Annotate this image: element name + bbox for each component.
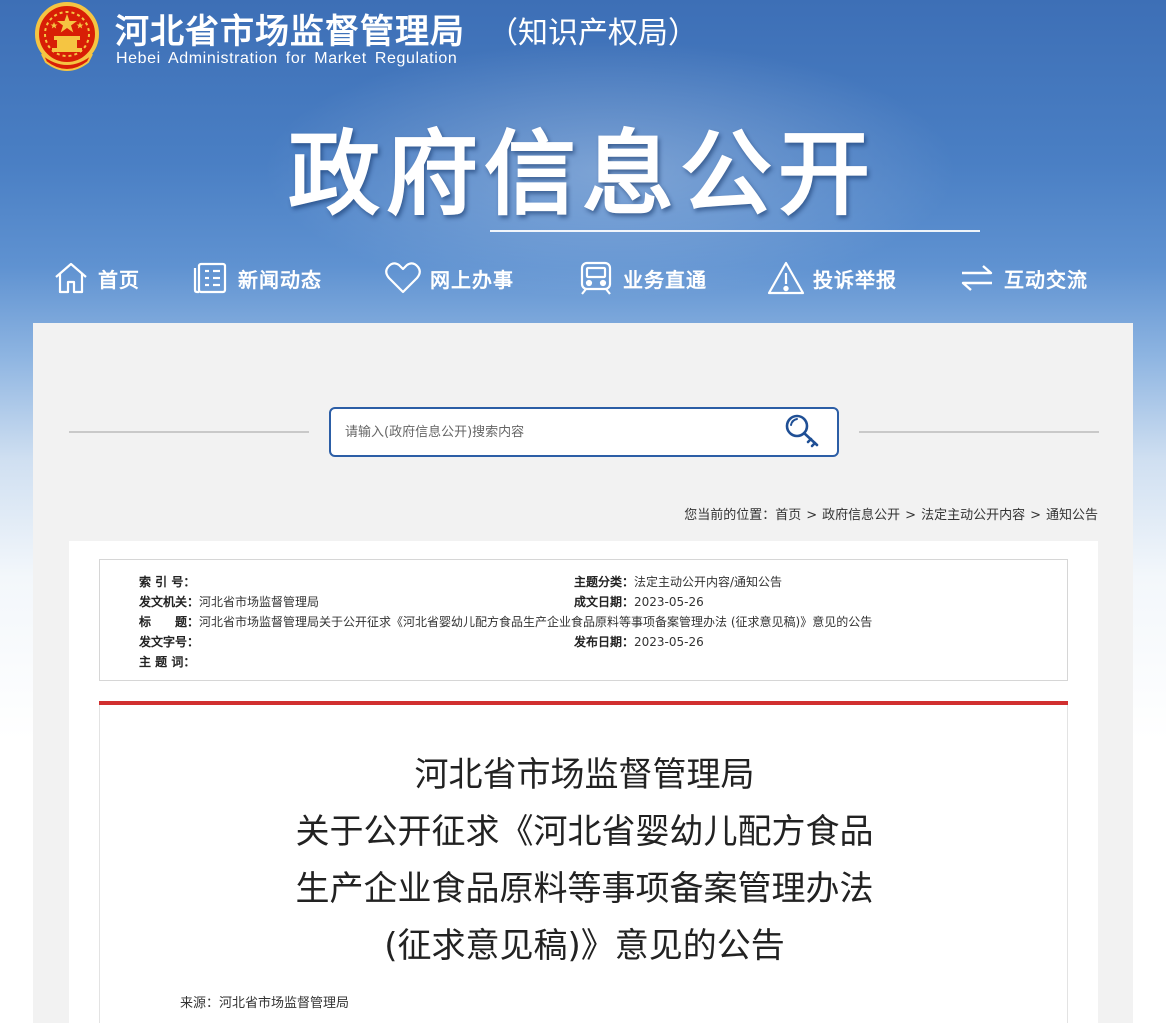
nav-label: 业务直通 [623,267,707,292]
meta-issuer: 发文机关：河北省市场监督管理局 [139,593,319,610]
metadata-table: 索 引 号： 主题分类：法定主动公开内容/通知公告 发文机关：河北省市场监督管理… [99,559,1068,681]
article-body: 河北省市场监督管理局 关于公开征求《河北省婴幼儿配方食品 生产企业食品原料等事项… [99,705,1068,1023]
search-input[interactable] [345,419,775,445]
nav-item-interaction[interactable]: 互动交流 [958,255,1088,301]
meta-value: 河北省市场监督管理局 [199,595,320,609]
meta-label: 标 题： [139,615,200,629]
meta-index: 索 引 号： [139,573,195,590]
meta-doc-number: 发文字号： [139,633,199,650]
train-icon [577,259,615,297]
breadcrumb-prefix: 您当前的位置： [684,508,776,523]
nav-label: 投诉举报 [813,267,897,292]
breadcrumb-separator: > [1030,508,1041,523]
meta-label: 发文机关： [139,595,200,609]
search-divider-right [859,431,1099,433]
content-panel: 您当前的位置：首页 > 政府信息公开 > 法定主动公开内容 > 通知公告 索 引 号： 主题… [33,323,1133,1023]
nav-label: 新闻动态 [238,267,322,292]
breadcrumb-link-gov-info[interactable]: 政府信息公开 [822,508,900,523]
nav-item-news[interactable]: 新闻动态 [192,255,322,301]
article-title-line: 关于公开征求《河北省婴幼儿配方食品 [295,812,874,852]
article-title: 河北省市场监督管理局 关于公开征求《河北省婴幼儿配方食品 生产企业食品原料等事项… [100,747,1069,975]
nav-item-online-service[interactable]: 网上办事 [384,255,514,301]
breadcrumb-link-notices[interactable]: 通知公告 [1046,508,1098,523]
breadcrumb-link-statutory[interactable]: 法定主动公开内容 [921,508,1025,523]
meta-label: 主 题 词： [139,655,196,669]
meta-label: 索 引 号： [139,575,196,589]
breadcrumb-separator: > [905,508,917,523]
nav-label: 互动交流 [1004,267,1088,292]
nav-label: 首页 [98,267,140,292]
nav-item-business[interactable]: 业务直通 [577,255,707,301]
nav-item-complaint[interactable]: 投诉举报 [767,255,897,301]
article-title-line: (征求意见稿)》意见的公告 [384,926,785,966]
site-subtitle: （知识产权局） [488,16,698,51]
banner-title: 政府信息公开 [288,121,877,228]
source-value: 河北省市场监督管理局 [219,996,350,1011]
site-title: 河北省市场监督管理局 [115,12,465,52]
banner-divider [490,230,980,232]
article-source: 来源：河北省市场监督管理局 [180,992,349,1011]
national-emblem-icon[interactable] [30,0,104,74]
meta-published-date: 发布日期：2023-05-26 [574,633,704,650]
meta-keywords: 主 题 词： [139,653,195,670]
heart-icon [384,259,422,297]
breadcrumb-link-home[interactable]: 首页 [775,508,801,523]
nav-label: 网上办事 [430,267,514,292]
search-key-icon [784,413,822,453]
meta-label: 发布日期： [574,635,635,649]
article-title-line: 河北省市场监督管理局 [414,755,755,795]
breadcrumb: 您当前的位置：首页 > 政府信息公开 > 法定主动公开内容 > 通知公告 [684,504,1098,523]
article-title-line: 生产企业食品原料等事项备案管理办法 [295,869,874,909]
home-icon [52,259,90,297]
nav-item-home[interactable]: 首页 [52,255,140,301]
site-english-name: Hebei Administration for Market Regulati… [116,50,458,67]
meta-value: 2023-05-26 [634,595,704,609]
search-divider-left [69,431,309,433]
meta-title: 标 题：河北省市场监督管理局关于公开征求《河北省婴幼儿配方食品生产企业食品原料等… [139,613,872,630]
exchange-icon [958,259,996,297]
main-nav: 首页 新闻动态 网上办事 业务直通 投诉举报 互动交流 [0,255,1166,301]
meta-value: 2023-05-26 [634,635,704,649]
search-button[interactable] [783,413,823,453]
meta-label: 发文字号： [139,635,200,649]
article-card: 索 引 号： 主题分类：法定主动公开内容/通知公告 发文机关：河北省市场监督管理… [69,541,1098,1023]
source-label: 来源： [180,996,220,1011]
meta-value: 法定主动公开内容/通知公告 [634,575,783,589]
meta-label: 成文日期： [574,595,635,609]
meta-topic: 主题分类：法定主动公开内容/通知公告 [574,573,782,590]
meta-label: 主题分类： [574,575,635,589]
search-box [329,407,839,457]
meta-value: 河北省市场监督管理局关于公开征求《河北省婴幼儿配方食品生产企业食品原料等事项备案… [199,615,873,629]
meta-created-date: 成文日期：2023-05-26 [574,593,704,610]
warning-icon [767,259,805,297]
breadcrumb-separator: > [806,508,818,523]
news-icon [192,259,230,297]
